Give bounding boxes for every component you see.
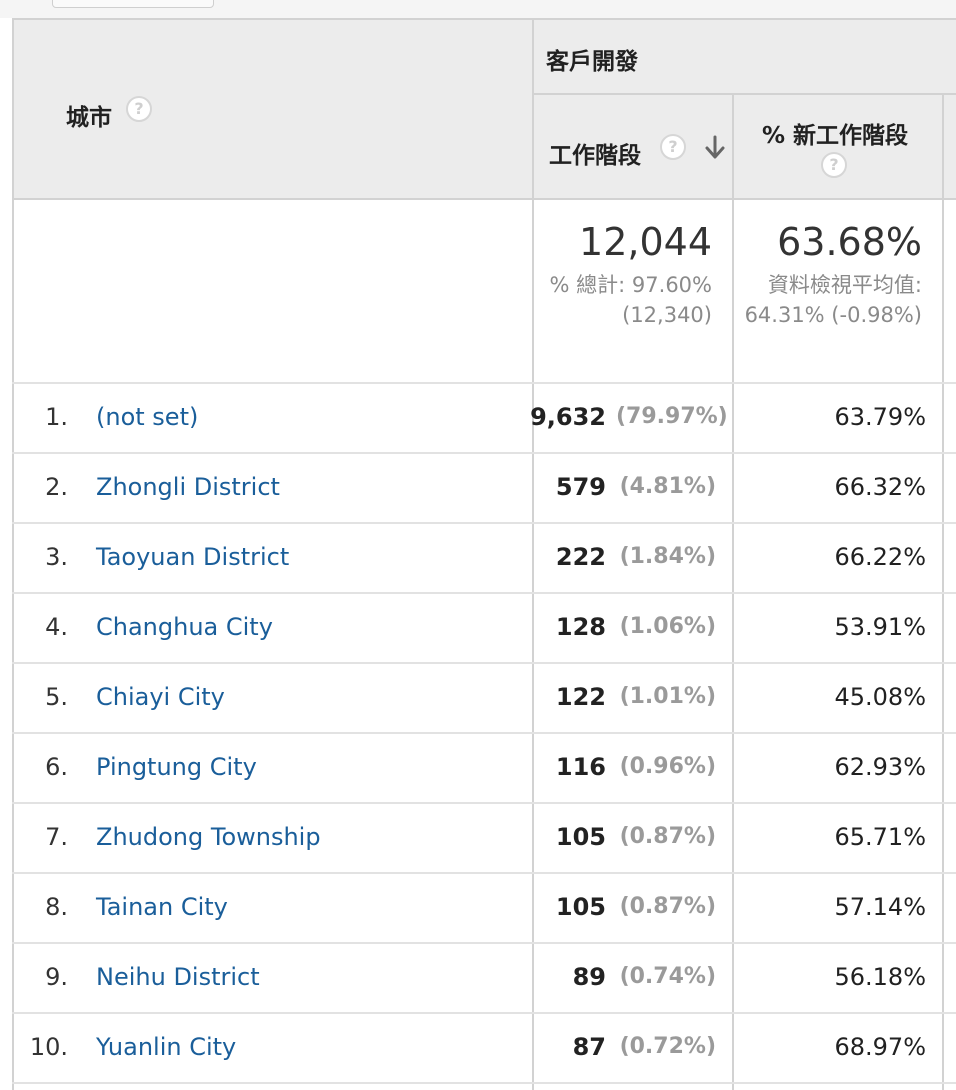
new-sessions-value: 53.91% — [834, 613, 926, 641]
group-header-label: 客戶開發 — [546, 49, 638, 75]
row-divider — [12, 1082, 956, 1084]
total-new-sessions-value: 63.68% — [777, 220, 922, 264]
dimension-header-label[interactable]: 城市 — [66, 98, 112, 132]
row-rank: 5. — [45, 683, 68, 711]
header-top-border — [12, 18, 956, 20]
city-link[interactable]: Yuanlin City — [96, 1033, 236, 1061]
table-header — [12, 18, 956, 200]
sessions-percent: (0.74%) — [619, 964, 716, 989]
city-link[interactable]: Tainan City — [96, 893, 228, 921]
table-row: 10. Yuanlin City 87 (0.72%) 68.97% — [12, 1014, 956, 1084]
sessions-cell: 105 (0.87%) — [534, 874, 716, 944]
sort-descending-icon[interactable] — [704, 135, 726, 161]
row-rank: 4. — [45, 613, 68, 641]
new-sessions-value: 45.08% — [834, 683, 926, 711]
new-sessions-value: 68.97% — [834, 1033, 926, 1061]
new-sessions-value: 62.93% — [834, 753, 926, 781]
city-link[interactable]: (not set) — [96, 403, 198, 431]
new-sessions-value: 66.32% — [834, 473, 926, 501]
sessions-percent: (0.87%) — [619, 824, 716, 849]
new-sessions-value: 65.71% — [834, 823, 926, 851]
table-row: 1. (not set) 9,632 (79.97%) 63.79% — [12, 384, 956, 454]
city-link[interactable]: Zhongli District — [96, 473, 280, 501]
total-sessions-site: (12,340) — [622, 303, 712, 327]
sessions-value: 128 — [555, 613, 606, 641]
sessions-value: 122 — [555, 683, 606, 711]
total-sessions-value: 12,044 — [579, 220, 712, 264]
sessions-value: 89 — [572, 963, 606, 991]
city-link[interactable]: Chiayi City — [96, 683, 225, 711]
city-link[interactable]: Pingtung City — [96, 753, 257, 781]
sessions-percent: (0.87%) — [619, 894, 716, 919]
table-row: 6. Pingtung City 116 (0.96%) 62.93% — [12, 734, 956, 804]
row-rank: 6. — [45, 753, 68, 781]
sessions-percent: (1.84%) — [619, 544, 716, 569]
row-rank: 1. — [45, 403, 68, 431]
row-rank: 2. — [45, 473, 68, 501]
table-row: 8. Tainan City 105 (0.87%) 57.14% — [12, 874, 956, 944]
table-row: 2. Zhongli District 579 (4.81%) 66.32% — [12, 454, 956, 524]
sessions-percent: (0.72%) — [619, 1034, 716, 1059]
report-table: 城市 ? 客戶開發 工作階段 ? % 新工作階段 ? 12,044 % 總計: … — [12, 18, 956, 1090]
row-rank: 8. — [45, 893, 68, 921]
group-divider — [533, 93, 956, 95]
new-sessions-value: 66.22% — [834, 543, 926, 571]
sessions-value: 105 — [555, 823, 606, 851]
sessions-cell: 116 (0.96%) — [534, 734, 716, 804]
sessions-cell: 122 (1.01%) — [534, 664, 716, 734]
sessions-percent: (1.06%) — [619, 614, 716, 639]
help-icon[interactable]: ? — [821, 152, 847, 178]
sessions-value: 222 — [555, 543, 606, 571]
row-rank: 9. — [45, 963, 68, 991]
sessions-value: 9,632 — [530, 403, 606, 431]
toolbar-button[interactable] — [52, 0, 214, 8]
city-link[interactable]: Changhua City — [96, 613, 273, 641]
sessions-value: 105 — [555, 893, 606, 921]
help-icon[interactable]: ? — [126, 96, 152, 122]
row-rank: 10. — [29, 1033, 68, 1061]
sessions-header-label[interactable]: 工作階段 — [549, 136, 641, 170]
row-rank: 7. — [45, 823, 68, 851]
toolbar-strip — [0, 0, 956, 18]
table-row: 4. Changhua City 128 (1.06%) 53.91% — [12, 594, 956, 664]
sessions-percent: (0.96%) — [619, 754, 716, 779]
table-row: 9. Neihu District 89 (0.74%) 56.18% — [12, 944, 956, 1014]
total-sessions-share: % 總計: 97.60% — [549, 273, 712, 297]
table-row: 7. Zhudong Township 105 (0.87%) 65.71% — [12, 804, 956, 874]
sessions-cell: 222 (1.84%) — [534, 524, 716, 594]
table-row: 5. Chiayi City 122 (1.01%) 45.08% — [12, 664, 956, 734]
sessions-value: 87 — [572, 1033, 606, 1061]
new-sessions-header-label[interactable]: % 新工作階段 — [762, 116, 908, 150]
sessions-cell: 128 (1.06%) — [534, 594, 716, 664]
row-rank: 3. — [45, 543, 68, 571]
sessions-value: 116 — [555, 753, 606, 781]
sessions-value: 579 — [555, 473, 606, 501]
header-bottom-border — [12, 198, 956, 200]
sessions-cell: 579 (4.81%) — [534, 454, 716, 524]
new-sessions-value: 57.14% — [834, 893, 926, 921]
city-link[interactable]: Neihu District — [96, 963, 260, 991]
city-link[interactable]: Taoyuan District — [96, 543, 289, 571]
sessions-cell: 105 (0.87%) — [534, 804, 716, 874]
sessions-cell: 9,632 (79.97%) — [530, 384, 728, 454]
table-row: 3. Taoyuan District 222 (1.84%) 66.22% — [12, 524, 956, 594]
sessions-percent: (4.81%) — [619, 474, 716, 499]
total-new-sessions-avg-label: 資料檢視平均值: — [767, 273, 922, 297]
new-sessions-value: 56.18% — [834, 963, 926, 991]
sessions-percent: (1.01%) — [619, 684, 716, 709]
city-link[interactable]: Zhudong Township — [96, 823, 321, 851]
help-icon[interactable]: ? — [660, 134, 686, 160]
sessions-percent: (79.97%) — [616, 404, 728, 429]
sessions-cell: 87 (0.72%) — [534, 1014, 716, 1084]
sessions-cell: 89 (0.74%) — [534, 944, 716, 1014]
total-new-sessions-avg-value: 64.31% (-0.98%) — [744, 303, 922, 327]
new-sessions-value: 63.79% — [834, 403, 926, 431]
